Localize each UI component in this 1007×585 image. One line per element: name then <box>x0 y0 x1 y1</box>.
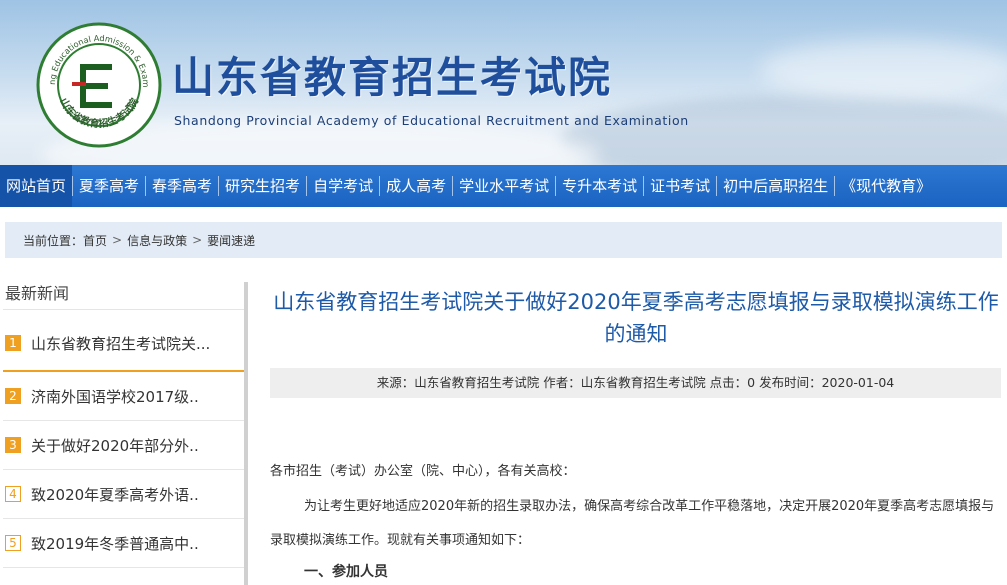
article-paragraph: 为让考生更好地适应2020年新的招生录取办法，确保高考综合改革工作平稳落地，决定… <box>270 499 995 548</box>
article-meta: 来源：山东省教育招生考试院 作者：山东省教育招生考试院 点击：0 发布时间：20… <box>270 368 1001 398</box>
article-title: 山东省教育招生考试院关于做好2020年夏季高考志愿填报与录取模拟演练工作的通知 <box>273 290 999 346</box>
news-rank-badge: 2 <box>5 388 21 404</box>
breadcrumb-prefix: 当前位置： <box>23 233 84 248</box>
news-item-title[interactable]: 致2019年冬季普通高中.. <box>31 533 199 554</box>
news-list-item[interactable]: 3 关于做好2020年部分外.. <box>3 421 244 470</box>
sidebar-divider <box>244 282 248 585</box>
banner-mist <box>760 40 1007 100</box>
breadcrumb: 当前位置： 首页 > 信息与政策 > 要闻速递 <box>5 222 1002 258</box>
breadcrumb-home[interactable]: 首页 <box>83 232 107 249</box>
nav-home[interactable]: 网站首页 <box>0 165 73 207</box>
nav-spring-gaokao[interactable]: 春季高考 <box>146 165 218 207</box>
site-subtitle: Shandong Provincial Academy of Education… <box>174 113 689 128</box>
breadcrumb-separator: > <box>192 233 203 247</box>
news-item-title[interactable]: 致2020年夏季高考外语.. <box>31 484 199 505</box>
news-item-title[interactable]: 关于做好2020年部分外.. <box>31 435 199 456</box>
news-list-item[interactable]: 5 致2019年冬季普通高中.. <box>3 519 244 568</box>
main-nav: 网站首页 夏季高考 春季高考 研究生招考 自学考试 成人高考 学业水平考试 专升… <box>0 165 1007 207</box>
nav-adult-exam[interactable]: 成人高考 <box>380 165 452 207</box>
article-greeting: 各市招生（考试）办公室（院、中心），各有关高校： <box>270 464 576 479</box>
nav-vocational-admission[interactable]: 初中后高职招生 <box>717 165 834 207</box>
nav-self-study-exam[interactable]: 自学考试 <box>307 165 379 207</box>
news-rank-badge: 1 <box>5 335 21 351</box>
banner-mist <box>560 95 1007 165</box>
nav-upgrade-exam[interactable]: 专升本考试 <box>556 165 643 207</box>
latest-news-sidebar: 最新新闻 1 山东省教育招生考试院关... 2 济南外国语学校2017级.. 3… <box>3 282 248 585</box>
nav-summer-gaokao[interactable]: 夏季高考 <box>73 165 145 207</box>
breadcrumb-separator: > <box>112 233 123 247</box>
site-logo[interactable]: Shandong Educational Admission & Examina… <box>36 22 162 148</box>
nav-certificate-exam[interactable]: 证书考试 <box>644 165 716 207</box>
news-item-title[interactable]: 济南外国语学校2017级.. <box>31 386 199 407</box>
news-list-item[interactable]: 1 山东省教育招生考试院关... <box>3 316 244 372</box>
news-list-item[interactable]: 4 致2020年夏季高考外语.. <box>3 470 244 519</box>
site-title: 山东省教育招生考试院 <box>172 53 613 102</box>
sidebar-title: 最新新闻 <box>3 282 244 310</box>
article-section-heading: 一、参加人员 <box>304 564 388 580</box>
news-item-title[interactable]: 山东省教育招生考试院关... <box>31 333 210 354</box>
nav-academic-level-exam[interactable]: 学业水平考试 <box>453 165 555 207</box>
news-rank-badge: 3 <box>5 437 21 453</box>
nav-modern-education[interactable]: 《现代教育》 <box>835 165 937 207</box>
breadcrumb-info-policy[interactable]: 信息与政策 <box>127 232 187 249</box>
news-list-item[interactable]: 2 济南外国语学校2017级.. <box>3 372 244 421</box>
news-rank-badge: 5 <box>5 535 21 551</box>
breadcrumb-news-express[interactable]: 要闻速递 <box>207 232 255 249</box>
nav-graduate-exam[interactable]: 研究生招考 <box>219 165 306 207</box>
site-header: Shandong Educational Admission & Examina… <box>0 0 1007 165</box>
news-rank-badge: 4 <box>5 486 21 502</box>
